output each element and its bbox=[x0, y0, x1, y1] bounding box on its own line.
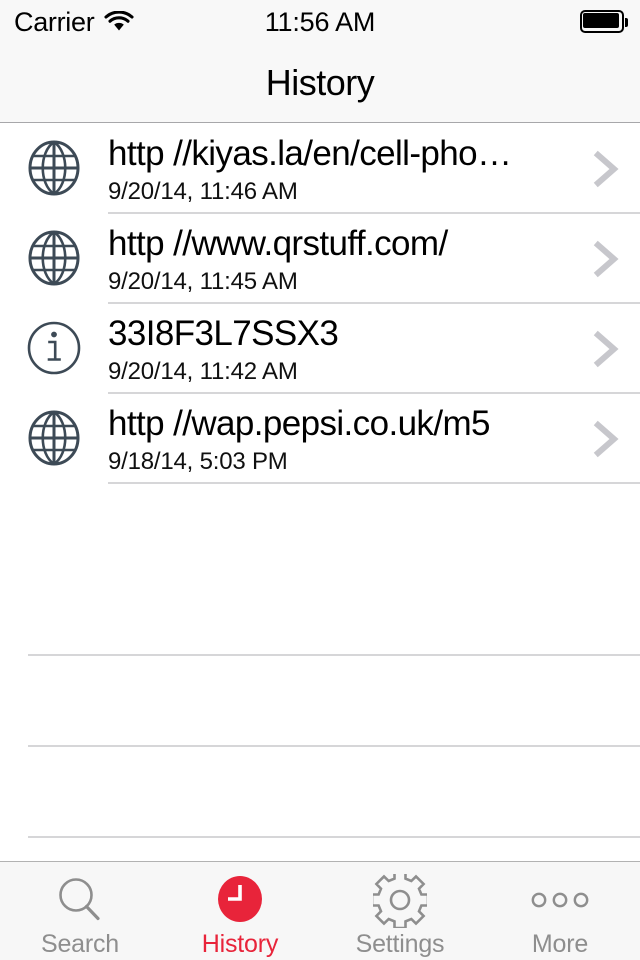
list-item-text: http //www.qrstuff.com/ 9/20/14, 11:45 A… bbox=[108, 222, 568, 298]
list-item-timestamp: 9/20/14, 11:46 AM bbox=[108, 178, 298, 205]
list-item[interactable]: http //www.qrstuff.com/ 9/20/14, 11:45 A… bbox=[0, 214, 640, 304]
list-item-empty bbox=[0, 565, 640, 656]
tab-search[interactable]: Search bbox=[0, 862, 160, 960]
list-item-empty bbox=[0, 656, 640, 747]
battery-full-icon bbox=[580, 10, 628, 34]
history-list[interactable]: http //kiyas.la/en/cell-pho… 9/20/14, 11… bbox=[0, 124, 640, 929]
phone-screen: Carrier 11:56 AM History http //kiyas.la… bbox=[0, 0, 640, 960]
status-bar-right bbox=[580, 0, 628, 44]
magnifier-icon bbox=[53, 874, 107, 928]
list-empty-gap bbox=[0, 484, 640, 565]
list-item-timestamp: 9/18/14, 5:03 PM bbox=[108, 448, 288, 475]
chevron-right-icon[interactable] bbox=[590, 420, 622, 458]
list-item-title: http //wap.pepsi.co.uk/m5 bbox=[108, 404, 490, 443]
list-item-text: http //kiyas.la/en/cell-pho… 9/20/14, 11… bbox=[108, 132, 568, 208]
status-bar: Carrier 11:56 AM bbox=[0, 0, 640, 44]
chevron-right-icon[interactable] bbox=[590, 240, 622, 278]
list-item-timestamp: 9/20/14, 11:45 AM bbox=[108, 268, 298, 295]
list-item-title: http //kiyas.la/en/cell-pho… bbox=[108, 134, 512, 173]
navigation-bar: History bbox=[0, 44, 640, 123]
tab-bar: Search History Settings More bbox=[0, 861, 640, 960]
list-item-empty bbox=[0, 747, 640, 838]
tab-history[interactable]: History bbox=[160, 862, 320, 960]
info-icon bbox=[22, 316, 86, 380]
clock-icon bbox=[213, 874, 267, 928]
tab-settings[interactable]: Settings bbox=[320, 862, 480, 960]
separator bbox=[108, 482, 640, 484]
tab-label-history: History bbox=[201, 930, 279, 958]
list-item-text: 33I8F3L7SSX3 9/20/14, 11:42 AM bbox=[108, 312, 568, 388]
clock-time-label: 11:56 AM bbox=[264, 6, 376, 37]
tab-label-search: Search bbox=[40, 930, 119, 958]
list-item-title: http //www.qrstuff.com/ bbox=[108, 224, 448, 263]
tab-label-more: More bbox=[531, 930, 589, 958]
list-item-text: http //wap.pepsi.co.uk/m5 9/18/14, 5:03 … bbox=[108, 402, 568, 478]
gear-icon bbox=[373, 874, 427, 928]
tab-more[interactable]: More bbox=[480, 862, 640, 960]
list-item[interactable]: http //kiyas.la/en/cell-pho… 9/20/14, 11… bbox=[0, 124, 640, 214]
list-item[interactable]: 33I8F3L7SSX3 9/20/14, 11:42 AM bbox=[0, 304, 640, 394]
list-item-timestamp: 9/20/14, 11:42 AM bbox=[108, 358, 298, 385]
list-item[interactable]: http //wap.pepsi.co.uk/m5 9/18/14, 5:03 … bbox=[0, 394, 640, 484]
tab-label-settings: Settings bbox=[355, 930, 445, 958]
globe-icon bbox=[22, 226, 86, 290]
chevron-right-icon[interactable] bbox=[590, 150, 622, 188]
globe-icon bbox=[22, 136, 86, 200]
page-title: History bbox=[265, 62, 375, 103]
ellipsis-icon bbox=[525, 874, 595, 928]
list-item-title: 33I8F3L7SSX3 bbox=[108, 314, 339, 353]
globe-icon bbox=[22, 406, 86, 470]
status-bar-center: 11:56 AM bbox=[0, 0, 640, 44]
chevron-right-icon[interactable] bbox=[590, 330, 622, 368]
